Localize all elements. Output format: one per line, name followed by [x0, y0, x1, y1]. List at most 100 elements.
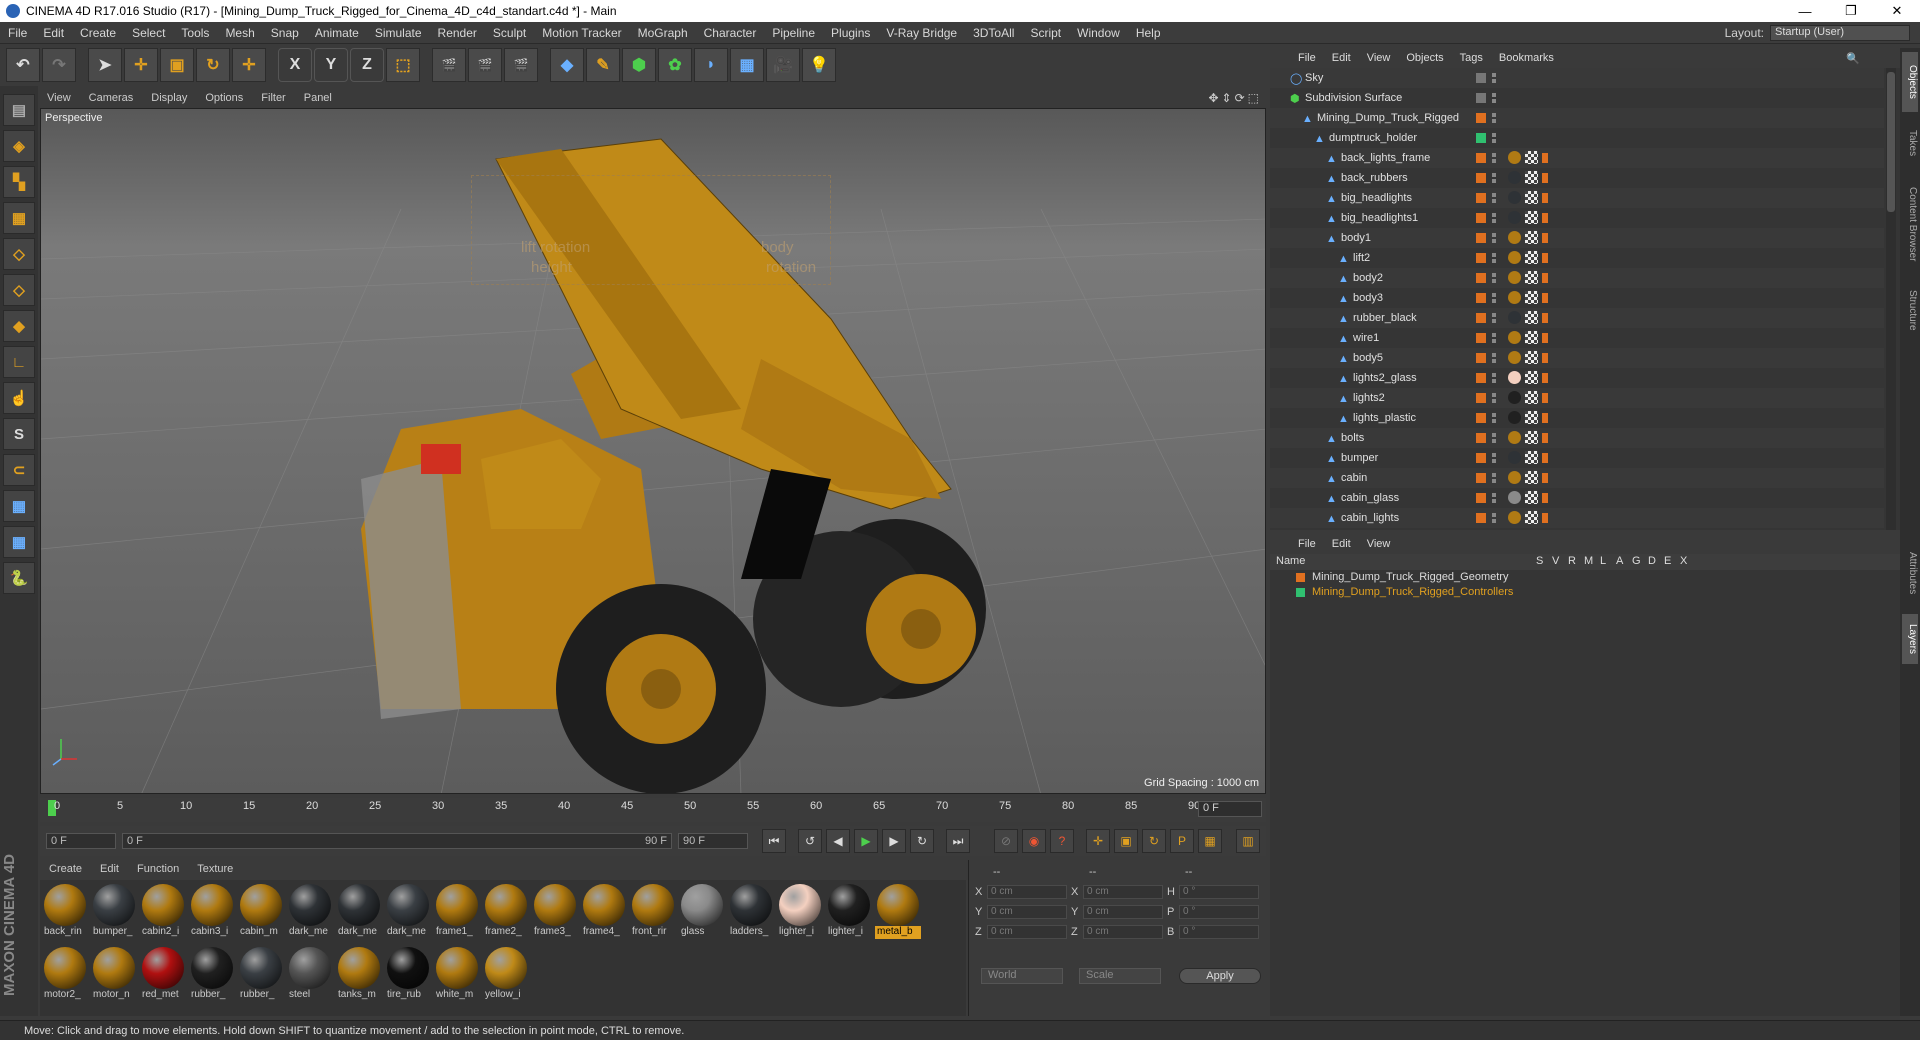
- material-swatch[interactable]: glass: [679, 882, 725, 942]
- x-axis-lock-button[interactable]: X: [278, 48, 312, 82]
- material-tag-icon[interactable]: [1508, 151, 1521, 164]
- object-name[interactable]: ▲ cabin: [1326, 468, 1367, 488]
- visibility-dots[interactable]: [1492, 433, 1496, 443]
- selection-tag-icon[interactable]: [1542, 253, 1548, 263]
- layer-color-dot[interactable]: [1476, 453, 1486, 463]
- material-swatch[interactable]: dark_me: [336, 882, 382, 942]
- tweak-mode-icon[interactable]: ☝: [3, 382, 35, 414]
- texture-mode-icon[interactable]: ▚: [3, 166, 35, 198]
- size-x-field[interactable]: 0 cm: [1083, 885, 1163, 899]
- menu-edit[interactable]: Edit: [35, 26, 72, 40]
- render-view-icon[interactable]: 🎬: [432, 48, 466, 82]
- object-name[interactable]: ⬢ Subdivision Surface: [1290, 88, 1402, 108]
- redo-icon[interactable]: ↷: [42, 48, 76, 82]
- layer-name[interactable]: Mining_Dump_Truck_Rigged_Controllers: [1312, 586, 1513, 598]
- layer-color-dot[interactable]: [1476, 233, 1486, 243]
- viewport-menu-options[interactable]: Options: [196, 92, 252, 104]
- material-swatch[interactable]: front_rir: [630, 882, 676, 942]
- visibility-dots[interactable]: [1492, 93, 1496, 103]
- enable-axis-icon[interactable]: ∟: [3, 346, 35, 378]
- key-pla-icon[interactable]: ▦: [1198, 829, 1222, 853]
- start-frame-field[interactable]: 0 F: [46, 833, 116, 849]
- render-picture-viewer-icon[interactable]: 🎬: [468, 48, 502, 82]
- layer-menu-edit[interactable]: Edit: [1324, 538, 1359, 550]
- layer-color-dot[interactable]: [1476, 333, 1486, 343]
- uvw-tag-icon[interactable]: [1525, 471, 1538, 484]
- object-row[interactable]: ▲ back_rubbers: [1270, 168, 1884, 188]
- workplane-lock-icon[interactable]: ▦: [3, 490, 35, 522]
- position-y-field[interactable]: 0 cm: [987, 905, 1067, 919]
- key-scale-icon[interactable]: ▣: [1114, 829, 1138, 853]
- tab-attributes[interactable]: Attributes: [1902, 538, 1918, 608]
- material-swatch[interactable]: motor2_: [42, 945, 88, 1005]
- layer-row-controllers[interactable]: Mining_Dump_Truck_Rigged_Controllers: [1270, 585, 1900, 600]
- uvw-tag-icon[interactable]: [1525, 251, 1538, 264]
- tab-layers[interactable]: Layers: [1902, 614, 1918, 664]
- selection-tag-icon[interactable]: [1542, 473, 1548, 483]
- object-name[interactable]: ▲ rubber_black: [1338, 308, 1417, 328]
- layer-color-dot[interactable]: [1476, 93, 1486, 103]
- play-icon[interactable]: ▶: [854, 829, 878, 853]
- object-manager-scrollbar[interactable]: [1886, 68, 1896, 530]
- object-name[interactable]: ▲ Mining_Dump_Truck_Rigged: [1302, 108, 1459, 128]
- material-swatch[interactable]: cabin_m: [238, 882, 284, 942]
- maximize-button[interactable]: ❐: [1828, 0, 1874, 22]
- visibility-dots[interactable]: [1492, 193, 1496, 203]
- object-row[interactable]: ▲ lift2: [1270, 248, 1884, 268]
- python-icon[interactable]: 🐍: [3, 562, 35, 594]
- material-tag-icon[interactable]: [1508, 491, 1521, 504]
- material-swatch[interactable]: bumper_: [91, 882, 137, 942]
- current-frame-field[interactable]: 0 F: [1198, 801, 1262, 817]
- end-frame-field[interactable]: 90 F: [678, 833, 748, 849]
- object-row[interactable]: ▲ body2: [1270, 268, 1884, 288]
- tab-objects[interactable]: Objects: [1902, 52, 1918, 112]
- visibility-dots[interactable]: [1492, 453, 1496, 463]
- menu-render[interactable]: Render: [430, 26, 485, 40]
- previous-frame-icon[interactable]: ◀: [826, 829, 850, 853]
- menu-simulate[interactable]: Simulate: [367, 26, 430, 40]
- uvw-tag-icon[interactable]: [1525, 431, 1538, 444]
- selection-tag-icon[interactable]: [1542, 393, 1548, 403]
- menu-vray-bridge[interactable]: V-Ray Bridge: [878, 26, 965, 40]
- selection-tag-icon[interactable]: [1542, 373, 1548, 383]
- key-position-icon[interactable]: ✛: [1086, 829, 1110, 853]
- material-tag-icon[interactable]: [1508, 471, 1521, 484]
- select-arrow-icon[interactable]: ➤: [88, 48, 122, 82]
- object-name[interactable]: ▲ big_headlights: [1326, 188, 1412, 208]
- visibility-dots[interactable]: [1492, 413, 1496, 423]
- visibility-dots[interactable]: [1492, 313, 1496, 323]
- layer-color-swatch[interactable]: [1296, 588, 1305, 597]
- material-swatch[interactable]: dark_me: [287, 882, 333, 942]
- workplane-icon[interactable]: ▦: [3, 202, 35, 234]
- scale-tool-icon[interactable]: ▣: [160, 48, 194, 82]
- layer-color-dot[interactable]: [1476, 393, 1486, 403]
- live-selection-icon[interactable]: ✛: [232, 48, 266, 82]
- object-name[interactable]: ▲ body3: [1338, 288, 1383, 308]
- rotation-p-field[interactable]: 0 °: [1179, 905, 1259, 919]
- object-name[interactable]: ◯ Sky: [1290, 68, 1323, 88]
- spline-pen-icon[interactable]: ✎: [586, 48, 620, 82]
- viewport-menu-panel[interactable]: Panel: [295, 92, 341, 104]
- visibility-dots[interactable]: [1492, 473, 1496, 483]
- material-tag-icon[interactable]: [1508, 451, 1521, 464]
- viewport-navigation-icons[interactable]: ✥⇕⟳⬚: [1208, 91, 1262, 105]
- uvw-tag-icon[interactable]: [1525, 511, 1538, 524]
- material-tag-icon[interactable]: [1508, 271, 1521, 284]
- menu-mograph[interactable]: MoGraph: [630, 26, 696, 40]
- visibility-dots[interactable]: [1492, 493, 1496, 503]
- selection-tag-icon[interactable]: [1542, 353, 1548, 363]
- key-rotation-icon[interactable]: ↻: [1142, 829, 1166, 853]
- material-tag-icon[interactable]: [1508, 391, 1521, 404]
- object-row[interactable]: ▲ rubber_black: [1270, 308, 1884, 328]
- layer-menu-view[interactable]: View: [1359, 538, 1399, 550]
- object-name[interactable]: ▲ lights_plastic: [1338, 408, 1416, 428]
- material-swatch[interactable]: white_m: [434, 945, 480, 1005]
- rotate-tool-icon[interactable]: ↻: [196, 48, 230, 82]
- layer-color-dot[interactable]: [1476, 173, 1486, 183]
- object-row[interactable]: ▲ body5: [1270, 348, 1884, 368]
- timeline-window-icon[interactable]: ▥: [1236, 829, 1260, 853]
- selection-tag-icon[interactable]: [1542, 273, 1548, 283]
- material-swatch[interactable]: frame4_: [581, 882, 627, 942]
- visibility-dots[interactable]: [1492, 353, 1496, 363]
- layer-color-dot[interactable]: [1476, 513, 1486, 523]
